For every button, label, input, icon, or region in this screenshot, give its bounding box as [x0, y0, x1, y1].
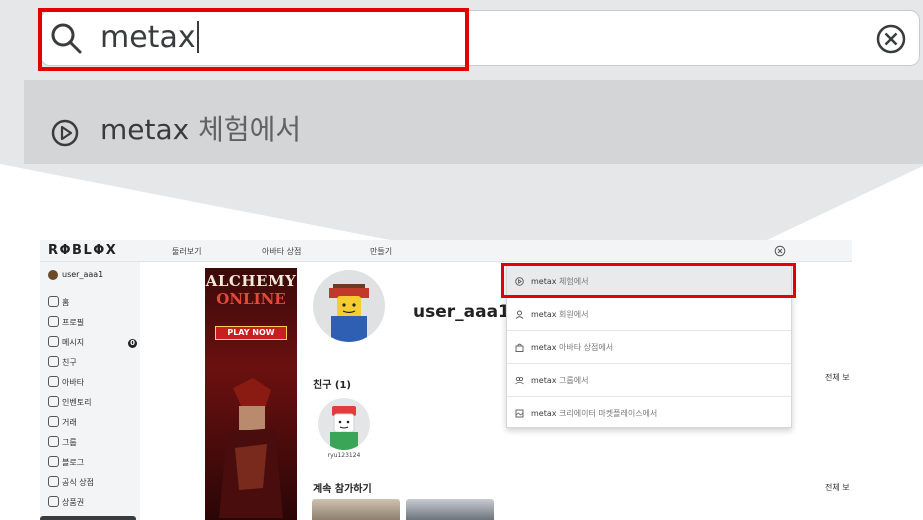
continue-see-all-link[interactable]: 전체 보 [825, 482, 850, 493]
roblox-page-screenshot: RΦBLΦX 둘러보기 아바타 상점 만들기 user_aaa1 홈 프로필 메… [40, 240, 852, 520]
sidebar-username[interactable]: user_aaa1 [62, 270, 103, 279]
sidebar-item-avatar[interactable]: 아바타 [48, 376, 84, 390]
nav-create[interactable]: 만들기 [370, 246, 392, 257]
game-thumbnail[interactable] [312, 499, 400, 520]
sidebar-item-home[interactable]: 홈 [48, 296, 69, 310]
sidebar-item-gift-cards[interactable]: 상품권 [48, 496, 84, 510]
friends-section-title[interactable]: 친구 (1) [313, 376, 351, 391]
groups-icon [48, 436, 59, 447]
sidebar-bottom-button[interactable] [40, 516, 136, 520]
sidebar-item-inventory[interactable]: 인벤토리 [48, 396, 91, 410]
ad-title-line2: ONLINE [216, 290, 286, 308]
ad-title-line1: ALCHEMY [205, 272, 297, 290]
friend-avatar[interactable] [318, 398, 370, 450]
zoomed-suggestion-label: metax 체험에서 [100, 113, 302, 146]
message-icon [48, 336, 59, 347]
friend-figure-icon [330, 406, 358, 450]
profile-avatar[interactable] [313, 270, 385, 342]
profile-username: user_aaa1 [413, 302, 510, 322]
inventory-icon [48, 396, 59, 407]
avatar-figure-icon [329, 284, 369, 342]
person-icon [515, 310, 524, 319]
sidebar-item-official-store[interactable]: 공식 상점 [48, 476, 94, 490]
groups-icon [515, 376, 524, 385]
play-icon [51, 119, 79, 147]
friend-name[interactable]: ryu123124 [314, 452, 374, 459]
top-navigation-bar: RΦBLΦX 둘러보기 아바타 상점 만들기 [40, 240, 852, 262]
gift-card-icon [48, 496, 59, 507]
highlight-box-experiences-suggestion [501, 263, 796, 298]
sidebar-item-friends[interactable]: 친구 [48, 356, 77, 370]
roblox-logo[interactable]: RΦBLΦX [48, 243, 117, 258]
friends-icon [48, 356, 59, 367]
trade-icon [48, 416, 59, 427]
blog-icon [48, 456, 59, 467]
sidebar-item-trade[interactable]: 거래 [48, 416, 77, 430]
home-icon [48, 296, 59, 307]
nav-avatar-shop[interactable]: 아바타 상점 [262, 246, 301, 257]
suggestion-creator-marketplace[interactable]: metax 크리에이터 마켓플레이스에서 [507, 397, 791, 430]
shop-icon [515, 343, 524, 352]
advertisement-banner[interactable]: ALCHEMY ONLINE PLAY NOW [205, 268, 297, 520]
avatar-icon [48, 376, 59, 387]
clear-search-icon[interactable] [774, 245, 786, 257]
ad-play-now-button[interactable]: PLAY NOW [215, 326, 287, 340]
store-icon [48, 476, 59, 487]
nav-discover[interactable]: 둘러보기 [172, 246, 201, 257]
sidebar-item-messages[interactable]: 메시지 [48, 336, 84, 350]
suggestion-groups[interactable]: metax 그룹에서 [507, 364, 791, 397]
suggestion-avatar-shop[interactable]: metax 아바타 상점에서 [507, 331, 791, 364]
sidebar-item-profile[interactable]: 프로필 [48, 316, 84, 330]
messages-count-badge: 0 [128, 339, 137, 348]
suggestion-members[interactable]: metax 회원에서 [507, 298, 791, 331]
friends-see-all-link[interactable]: 전체 보 [825, 372, 850, 383]
left-sidebar: user_aaa1 홈 프로필 메시지 0 친구 아바타 인벤토리 거래 그룹 … [40, 262, 140, 520]
ad-character-artwork [219, 378, 283, 518]
highlight-box-search-input [38, 8, 469, 71]
profile-icon [48, 316, 59, 327]
marketplace-icon [515, 409, 524, 418]
continue-section-title: 계속 참가하기 [313, 484, 372, 495]
clear-search-icon[interactable] [875, 23, 907, 55]
game-thumbnail[interactable] [406, 499, 494, 520]
avatar [48, 270, 58, 280]
sidebar-item-blog[interactable]: 블로그 [48, 456, 84, 470]
tutorial-screenshot: metax metax 체험에서 RΦBLΦX 둘러보기 아바타 상점 만들기 [0, 0, 923, 520]
sidebar-item-groups[interactable]: 그룹 [48, 436, 77, 450]
